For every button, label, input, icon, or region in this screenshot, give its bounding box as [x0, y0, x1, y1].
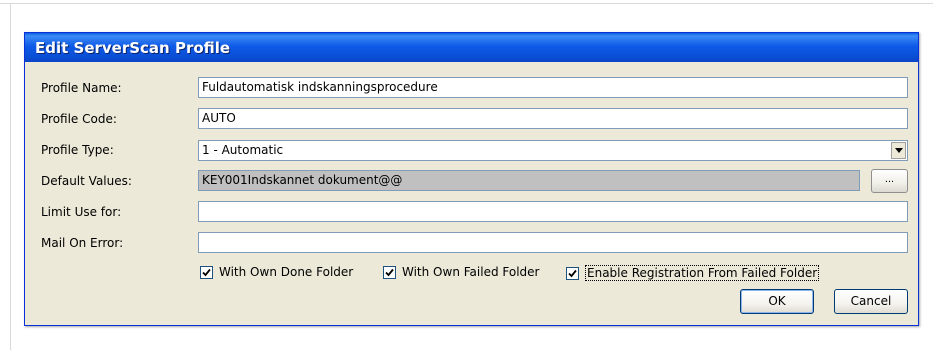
checkbox-box[interactable]: [383, 265, 396, 279]
enable-registration-failed-folder-checkbox[interactable]: Enable Registration From Failed Folder: [566, 265, 820, 281]
dropdown-arrow-button[interactable]: [891, 142, 906, 159]
mail-on-error-label: Mail On Error:: [41, 236, 124, 250]
chevron-down-icon: [894, 148, 903, 153]
profile-type-value: 1 - Automatic: [202, 143, 284, 157]
limit-use-for-input[interactable]: [198, 201, 908, 222]
profile-name-label: Profile Name:: [41, 81, 122, 95]
edit-profile-dialog: Edit ServerScan Profile Profile Name: Fu…: [24, 32, 919, 326]
profile-name-input[interactable]: Fuldautomatisk indskanningsprocedure: [198, 77, 908, 98]
mail-on-error-input[interactable]: [198, 232, 908, 253]
ok-button[interactable]: OK: [740, 289, 814, 314]
checkmark-icon: [202, 268, 211, 276]
profile-type-select[interactable]: 1 - Automatic: [198, 140, 908, 161]
default-values-label: Default Values:: [41, 174, 132, 188]
limit-use-for-label: Limit Use for:: [41, 205, 122, 219]
default-values-input: KEY001Indskannet dokument@@: [198, 170, 860, 191]
dialog-title: Edit ServerScan Profile: [35, 39, 231, 57]
with-own-done-folder-label: With Own Done Folder: [219, 265, 354, 279]
default-values-browse-button[interactable]: ...: [871, 169, 908, 193]
enable-registration-failed-folder-label: Enable Registration From Failed Folder: [585, 265, 820, 281]
page-frame-left: [10, 3, 11, 350]
with-own-failed-folder-checkbox[interactable]: With Own Failed Folder: [383, 265, 539, 279]
checkbox-box[interactable]: [566, 266, 579, 280]
page-frame-top: [0, 3, 933, 4]
dialog-titlebar[interactable]: Edit ServerScan Profile: [25, 33, 918, 62]
checkmark-icon: [568, 269, 577, 277]
with-own-failed-folder-label: With Own Failed Folder: [402, 265, 540, 279]
dialog-body: Profile Name: Fuldautomatisk indskanning…: [28, 63, 915, 322]
with-own-done-folder-checkbox[interactable]: With Own Done Folder: [200, 265, 353, 279]
profile-code-label: Profile Code:: [41, 112, 117, 126]
cancel-button[interactable]: Cancel: [834, 289, 908, 314]
profile-code-input[interactable]: AUTO: [198, 108, 908, 129]
checkbox-box[interactable]: [200, 265, 213, 279]
profile-type-label: Profile Type:: [41, 143, 114, 157]
checkmark-icon: [385, 268, 394, 276]
